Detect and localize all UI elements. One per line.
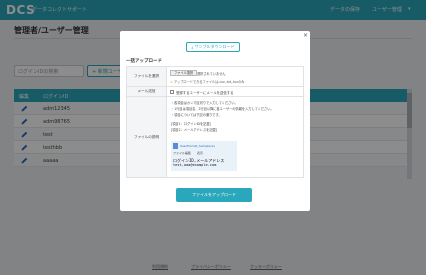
mail-value: 登録するユーザーにメールを送信する (167, 87, 303, 96)
mail-row: メール送信 登録するユーザーにメールを送信する (127, 87, 303, 97)
upload-form: ファイルを選択 ファイル選択 選択されていません ⚠ アップロードできるファイル… (126, 66, 304, 178)
desc-line: [項目1：ログインIDを記載] (171, 122, 211, 126)
send-mail-checkbox[interactable] (170, 90, 174, 94)
warning-icon: ⚠ (170, 80, 173, 84)
document-icon (173, 143, 178, 149)
sample-file-name: UserFormat_Samplecsv (180, 143, 216, 148)
description-label: ファイルの説明 (127, 97, 167, 177)
file-value: ファイル選択 選択されていません ⚠ アップロードできるファイルは.csv,.t… (167, 67, 303, 86)
menu-edit: 編集 (185, 151, 192, 155)
menu-view: 表示 (197, 151, 204, 155)
file-warning-text: アップロードできるファイルは.csv,.txt,.tsvのみ (173, 80, 245, 84)
sample-file-preview: UserFormat_Samplecsv ファイル 編集 表示 ログインID,メ… (171, 141, 237, 171)
sample-download-button[interactable]: ⤓ サンプルダウンロード (186, 42, 240, 52)
sample-download-label: サンプルダウンロード (194, 44, 235, 49)
mail-label: メール送信 (127, 87, 167, 96)
desc-line: ・1行目は項目名、2行目以降に各ユーザーの情報を入力してください。 (171, 107, 274, 111)
file-row: ファイルを選択 ファイル選択 選択されていません ⚠ アップロードできるファイル… (127, 67, 303, 87)
description-row: ファイルの説明 ・各項目はカンマ区切りで入力してください。 ・1行目は項目名、2… (127, 97, 303, 177)
sample-csv-row: test,aaa@example.com (173, 163, 217, 167)
file-status: 選択されていません (197, 72, 226, 76)
bulk-upload-modal: × ⤓ サンプルダウンロード 一括アップロード ファイルを選択 ファイル選択 選… (120, 31, 310, 211)
desc-line: ・項目については下記の通りです。 (171, 113, 222, 117)
upload-file-button[interactable]: ファイルをアップロード (176, 188, 252, 202)
file-label: ファイルを選択 (127, 67, 167, 86)
section-title: 一括アップロード (126, 59, 162, 64)
close-icon[interactable]: × (303, 32, 308, 40)
desc-line: ・各項目はカンマ区切りで入力してください。 (171, 101, 238, 105)
send-mail-label[interactable]: 登録するユーザーにメールを送信する (176, 90, 234, 95)
file-warning: ⚠ アップロードできるファイルは.csv,.txt,.tsvのみ (170, 79, 244, 84)
description-value: ・各項目はカンマ区切りで入力してください。 ・1行目は項目名、2行目以降に各ユー… (167, 97, 303, 177)
desc-line: [項目2：メールアドレスを記載] (171, 128, 217, 132)
menu-file: ファイル (173, 151, 186, 155)
file-select-button[interactable]: ファイル選択 (170, 70, 198, 76)
